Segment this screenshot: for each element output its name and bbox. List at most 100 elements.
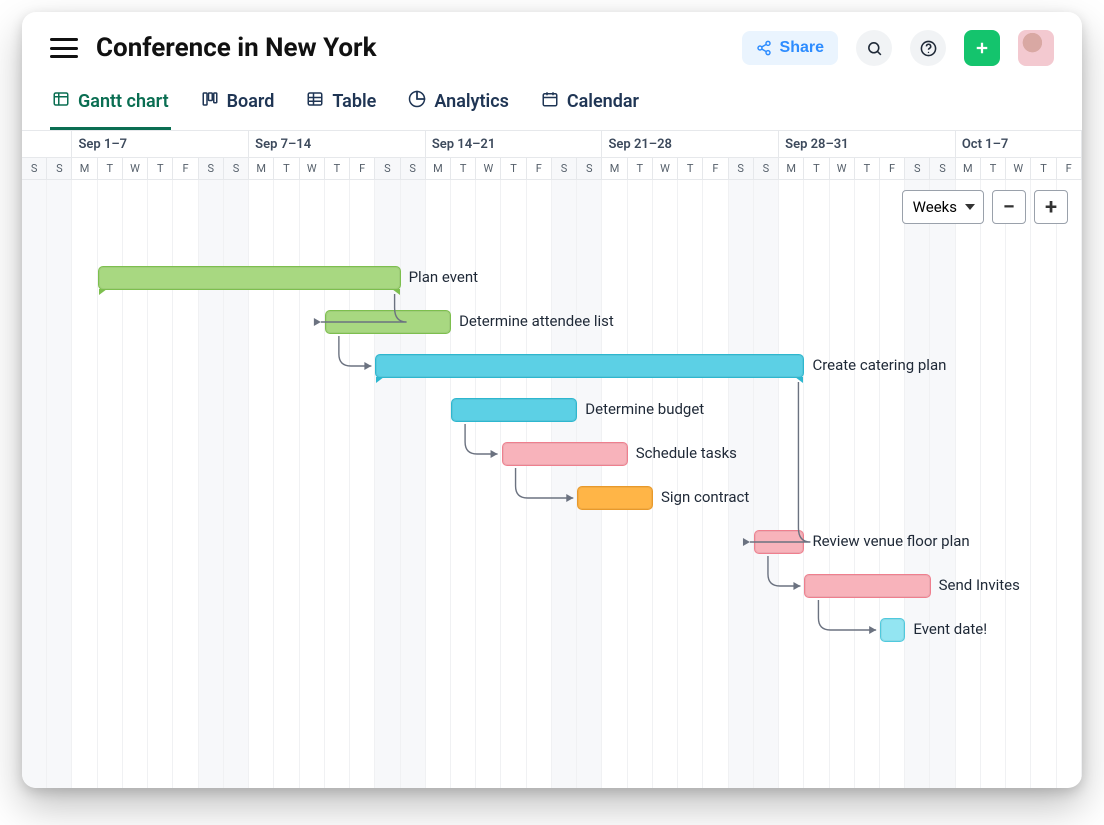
help-button[interactable] <box>910 30 946 66</box>
search-icon <box>866 40 883 57</box>
week-label: Sep 21–28 <box>602 131 779 157</box>
day-label: F <box>703 157 728 179</box>
day-label: T <box>451 157 476 179</box>
menu-icon[interactable] <box>50 38 78 58</box>
gantt-icon <box>52 90 70 113</box>
day-label: S <box>199 157 224 179</box>
share-button[interactable]: Share <box>742 31 838 65</box>
day-label: S <box>930 157 955 179</box>
day-label: T <box>325 157 350 179</box>
day-label: T <box>501 157 526 179</box>
gantt-bar-label: Determine attendee list <box>459 312 614 330</box>
gantt-bar-eventdate[interactable] <box>880 618 905 642</box>
day-label: T <box>274 157 299 179</box>
day-label: F <box>880 157 905 179</box>
gantt-bar-label: Determine budget <box>585 400 704 418</box>
gantt-bar-invites[interactable] <box>804 574 930 598</box>
day-label: F <box>350 157 375 179</box>
tab-gantt[interactable]: Gantt chart <box>50 82 171 130</box>
day-label: F <box>1057 157 1082 179</box>
day-label: T <box>98 157 123 179</box>
day-label: M <box>72 157 97 179</box>
zoom-select[interactable]: Weeks <box>902 190 984 224</box>
day-label: S <box>224 157 249 179</box>
day-label: S <box>754 157 779 179</box>
day-label: S <box>552 157 577 179</box>
week-label: Sep 28–31 <box>779 131 956 157</box>
calendar-icon <box>541 90 559 113</box>
board-icon <box>201 90 219 113</box>
day-label: M <box>779 157 804 179</box>
day-label: S <box>905 157 930 179</box>
share-label: Share <box>780 39 824 57</box>
day-label: S <box>375 157 400 179</box>
gantt-bar-label: Send Invites <box>939 576 1020 594</box>
day-label: F <box>173 157 198 179</box>
gantt-bar-label: Review venue floor plan <box>812 532 969 550</box>
add-button[interactable] <box>964 30 1000 66</box>
share-icon <box>756 40 772 56</box>
gantt-bar-contract[interactable] <box>577 486 653 510</box>
tab-calendar[interactable]: Calendar <box>539 82 641 130</box>
table-icon <box>306 90 324 113</box>
analytics-icon <box>408 90 426 113</box>
tab-board[interactable]: Board <box>199 82 277 130</box>
day-label: T <box>981 157 1006 179</box>
day-label: W <box>123 157 148 179</box>
tab-table[interactable]: Table <box>304 82 378 130</box>
day-label: T <box>678 157 703 179</box>
gantt-bar-label: Schedule tasks <box>636 444 737 462</box>
day-label: S <box>47 157 72 179</box>
page-title: Conference in New York <box>96 33 376 63</box>
gantt-bar-review[interactable] <box>754 530 804 554</box>
avatar[interactable] <box>1018 30 1054 66</box>
gantt-bar-budget[interactable] <box>451 398 577 422</box>
tab-analytics[interactable]: Analytics <box>406 82 511 130</box>
header-bar: Conference in New York Share <box>22 12 1082 72</box>
gantt-bar-schedule[interactable] <box>502 442 628 466</box>
day-label: M <box>956 157 981 179</box>
gantt-body[interactable]: Weeks − + Plan event Determine attendee l… <box>22 180 1082 788</box>
day-label: M <box>602 157 627 179</box>
tab-label: Table <box>332 91 376 112</box>
week-label: Sep 7–14 <box>249 131 426 157</box>
help-icon <box>920 40 937 57</box>
tab-label: Board <box>227 91 275 112</box>
day-label: S <box>22 157 47 179</box>
day-label: T <box>804 157 829 179</box>
app-window: Conference in New York Share Gantt chart… <box>22 12 1082 788</box>
tab-label: Calendar <box>567 91 639 112</box>
timeline-header: Sep 1–7Sep 7–14Sep 14–21Sep 21–28Sep 28–… <box>22 131 1082 180</box>
gantt-bar-label: Plan event <box>409 268 478 286</box>
view-tabs: Gantt chart Board Table Analytics Calendar <box>22 72 1082 131</box>
day-label: W <box>476 157 501 179</box>
week-label: Sep 1–7 <box>72 131 249 157</box>
tab-label: Analytics <box>434 91 509 112</box>
zoom-controls: Weeks − + <box>902 190 1068 224</box>
day-label: M <box>249 157 274 179</box>
gantt-bar-catering[interactable] <box>375 354 804 378</box>
plus-icon <box>973 39 991 57</box>
day-label: T <box>148 157 173 179</box>
gantt-bar-label: Create catering plan <box>812 356 946 374</box>
gantt-bar-label: Event date! <box>913 620 987 638</box>
zoom-in-button[interactable]: + <box>1034 190 1068 224</box>
day-label: T <box>1031 157 1056 179</box>
day-label: W <box>653 157 678 179</box>
day-label: T <box>855 157 880 179</box>
week-label: Oct 1–7 <box>956 131 1082 157</box>
day-label: W <box>830 157 855 179</box>
day-label: W <box>300 157 325 179</box>
tab-label: Gantt chart <box>78 91 169 112</box>
week-label: Sep 14–21 <box>426 131 603 157</box>
day-label: S <box>577 157 602 179</box>
day-label: S <box>729 157 754 179</box>
day-label: T <box>628 157 653 179</box>
zoom-out-button[interactable]: − <box>992 190 1026 224</box>
day-label: W <box>1006 157 1031 179</box>
gantt-bar-plan[interactable] <box>98 266 401 290</box>
search-button[interactable] <box>856 30 892 66</box>
day-label: F <box>527 157 552 179</box>
gantt-bar-attendees[interactable] <box>325 310 451 334</box>
day-label: S <box>401 157 426 179</box>
